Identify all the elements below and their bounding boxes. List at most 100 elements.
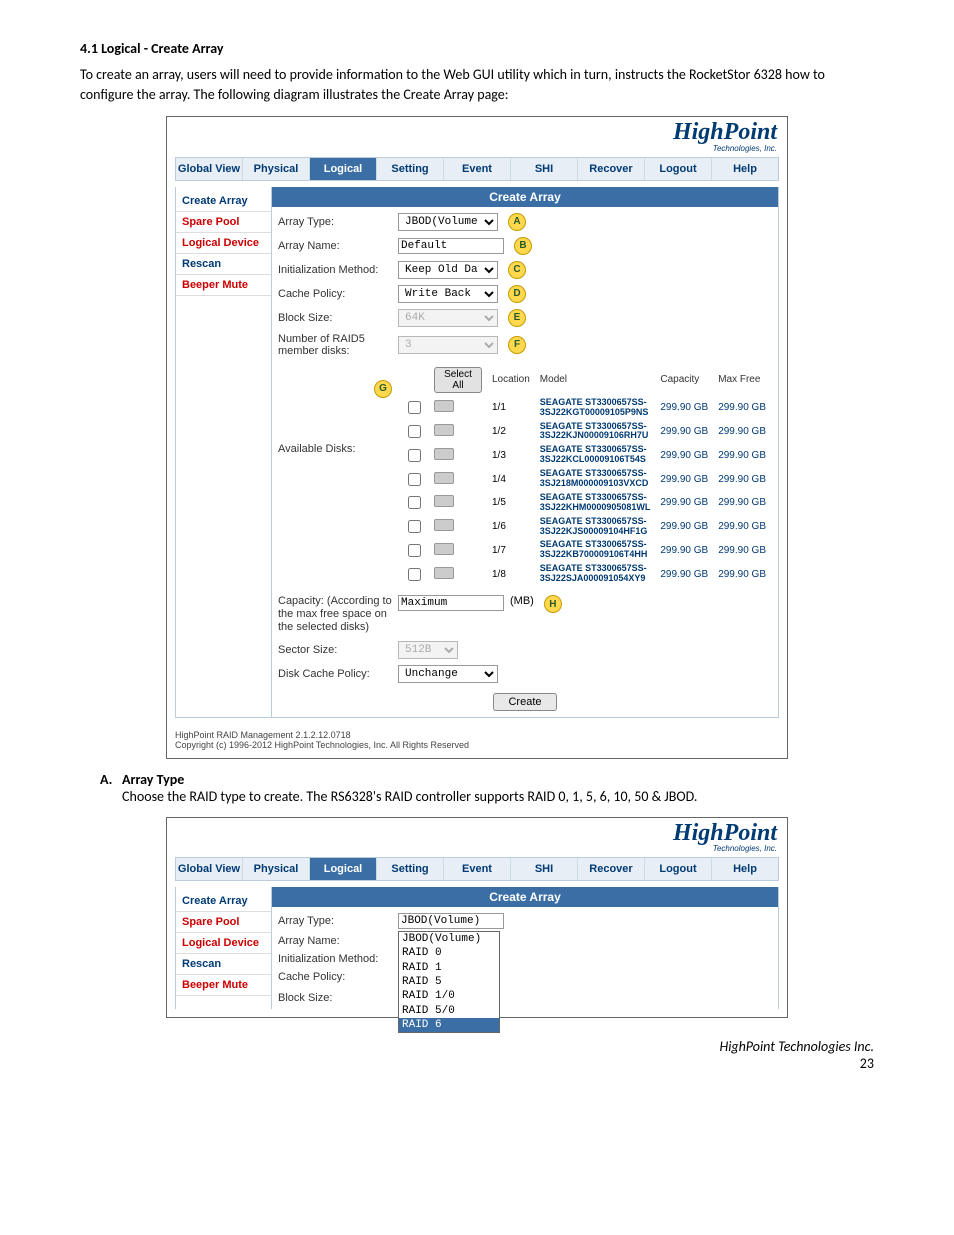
brand-logo: HighPoint — [167, 122, 777, 144]
tab-logout[interactable]: Logout — [645, 858, 712, 880]
select-array-type-open[interactable]: JBOD(Volume) — [398, 913, 504, 929]
dropdown-list[interactable]: JBOD(Volume)RAID 0RAID 1RAID 5RAID 1/0RA… — [398, 931, 500, 1033]
dropdown-option[interactable]: RAID 5/0 — [399, 1004, 499, 1018]
badge-b: B — [514, 237, 532, 255]
disk-checkbox[interactable] — [408, 544, 421, 557]
label-raid5-members: Number of RAID5 member disks: — [278, 333, 398, 357]
dropdown-option[interactable]: RAID 0 — [399, 946, 499, 960]
screenshot-create-array: HighPoint Technologies, Inc. Global View… — [166, 116, 788, 758]
screenshot-array-type-dropdown: HighPoint Technologies, Inc. Global View… — [166, 817, 788, 1019]
badge-a: A — [508, 213, 526, 231]
select-disk-cache[interactable]: Unchange — [398, 665, 498, 683]
table-row: 1/6SEAGATE ST3300657SS-3SJ22KJS00009104H… — [400, 516, 770, 538]
disk-icon — [434, 472, 454, 484]
disk-icon — [434, 567, 454, 579]
label-cache-policy: Cache Policy: — [278, 971, 398, 983]
sidebar-logical-device[interactable]: Logical Device — [176, 933, 271, 954]
dropdown-option[interactable]: JBOD(Volume) — [399, 932, 499, 946]
disk-checkbox[interactable] — [408, 449, 421, 462]
tab-help[interactable]: Help — [712, 858, 778, 880]
label-sector-size: Sector Size: — [278, 644, 398, 656]
disk-checkbox[interactable] — [408, 520, 421, 533]
disk-checkbox[interactable] — [408, 496, 421, 509]
sidebar-create-array[interactable]: Create Array — [176, 191, 271, 212]
table-row: 1/5SEAGATE ST3300657SS-3SJ22KHM000090508… — [400, 492, 770, 514]
tab-recover[interactable]: Recover — [578, 158, 645, 180]
disk-checkbox[interactable] — [408, 568, 421, 581]
disk-checkbox[interactable] — [408, 473, 421, 486]
tab-setting[interactable]: Setting — [377, 858, 444, 880]
disk-icon — [434, 424, 454, 436]
item-title-a: Array Type — [122, 771, 874, 788]
dropdown-option[interactable]: RAID 5 — [399, 975, 499, 989]
disk-checkbox[interactable] — [408, 425, 421, 438]
badge-h: H — [544, 595, 562, 613]
select-raid5-members: 3 — [398, 336, 498, 354]
label-block-size: Block Size: — [278, 992, 398, 1004]
tab-help[interactable]: Help — [712, 158, 778, 180]
table-row: 1/3SEAGATE ST3300657SS-3SJ22KCL00009106T… — [400, 444, 770, 466]
dropdown-option[interactable]: RAID 1/0 — [399, 989, 499, 1003]
panel-header: Create Array — [272, 887, 778, 907]
create-button[interactable]: Create — [493, 693, 556, 711]
tab-logical[interactable]: Logical — [310, 858, 377, 880]
sidebar-beeper-mute[interactable]: Beeper Mute — [176, 275, 271, 296]
tab-setting[interactable]: Setting — [377, 158, 444, 180]
tab-shi[interactable]: SHI — [511, 158, 578, 180]
label-array-type: Array Type: — [278, 915, 398, 927]
footer-version: HighPoint RAID Management 2.1.2.12.0718 — [175, 730, 779, 740]
label-available-disks: Available Disks: — [278, 363, 398, 455]
select-array-type[interactable]: JBOD(Volume) — [398, 213, 498, 231]
col-maxfree: Max Free — [714, 365, 770, 395]
tab-shi[interactable]: SHI — [511, 858, 578, 880]
tab-physical[interactable]: Physical — [243, 858, 310, 880]
tab-event[interactable]: Event — [444, 158, 511, 180]
sidebar-logical-device[interactable]: Logical Device — [176, 233, 271, 254]
footer-copyright: Copyright (c) 1996-2012 HighPoint Techno… — [175, 740, 779, 750]
section-title: 4.1 Logical - Create Array — [80, 40, 874, 57]
label-array-name: Array Name: — [278, 935, 398, 947]
label-disk-cache: Disk Cache Policy: — [278, 668, 398, 680]
disk-checkbox[interactable] — [408, 401, 421, 414]
tab-physical[interactable]: Physical — [243, 158, 310, 180]
table-row: 1/8SEAGATE ST3300657SS-3SJ22SJA000091054… — [400, 563, 770, 585]
dropdown-option[interactable]: RAID 6 — [399, 1018, 499, 1032]
brand-tagline: Technologies, Inc. — [167, 144, 777, 153]
disk-icon — [434, 495, 454, 507]
tab-logout[interactable]: Logout — [645, 158, 712, 180]
footer-company: HighPoint Technologies Inc. — [80, 1038, 874, 1055]
sidebar-spare-pool[interactable]: Spare Pool — [176, 912, 271, 933]
page-number: 23 — [80, 1055, 874, 1072]
select-init-method[interactable]: Keep Old Dat — [398, 261, 498, 279]
col-capacity: Capacity — [656, 365, 712, 395]
table-row: 1/4SEAGATE ST3300657SS-3SJ218M000009103V… — [400, 468, 770, 490]
capacity-unit: (MB) — [510, 595, 534, 607]
tab-event[interactable]: Event — [444, 858, 511, 880]
sidebar-create-array[interactable]: Create Array — [176, 891, 271, 912]
sidebar-beeper-mute[interactable]: Beeper Mute — [176, 975, 271, 996]
disk-icon — [434, 400, 454, 412]
table-row: 1/2SEAGATE ST3300657SS-3SJ22KJN00009106R… — [400, 421, 770, 443]
label-init-method: Initialization Method: — [278, 264, 398, 276]
badge-g: G — [374, 380, 392, 398]
col-model: Model — [536, 365, 655, 395]
col-location: Location — [488, 365, 534, 395]
label-cache-policy: Cache Policy: — [278, 288, 398, 300]
input-capacity[interactable] — [398, 595, 504, 611]
select-all-button[interactable]: Select All — [434, 367, 482, 393]
tab-recover[interactable]: Recover — [578, 858, 645, 880]
tab-global-view[interactable]: Global View — [176, 858, 243, 880]
intro-paragraph: To create an array, users will need to p… — [80, 65, 874, 104]
select-block-size: 64K — [398, 309, 498, 327]
label-init-method: Initialization Method: — [278, 953, 398, 965]
dropdown-option[interactable]: RAID 1 — [399, 961, 499, 975]
sidebar-rescan[interactable]: Rescan — [176, 254, 271, 275]
disk-icon — [434, 543, 454, 555]
input-array-name[interactable] — [398, 238, 504, 254]
sidebar-rescan[interactable]: Rescan — [176, 954, 271, 975]
sidebar-spare-pool[interactable]: Spare Pool — [176, 212, 271, 233]
item-body-a: Choose the RAID type to create. The RS63… — [122, 788, 874, 805]
select-cache-policy[interactable]: Write Back — [398, 285, 498, 303]
tab-logical[interactable]: Logical — [310, 158, 377, 180]
tab-global-view[interactable]: Global View — [176, 158, 243, 180]
